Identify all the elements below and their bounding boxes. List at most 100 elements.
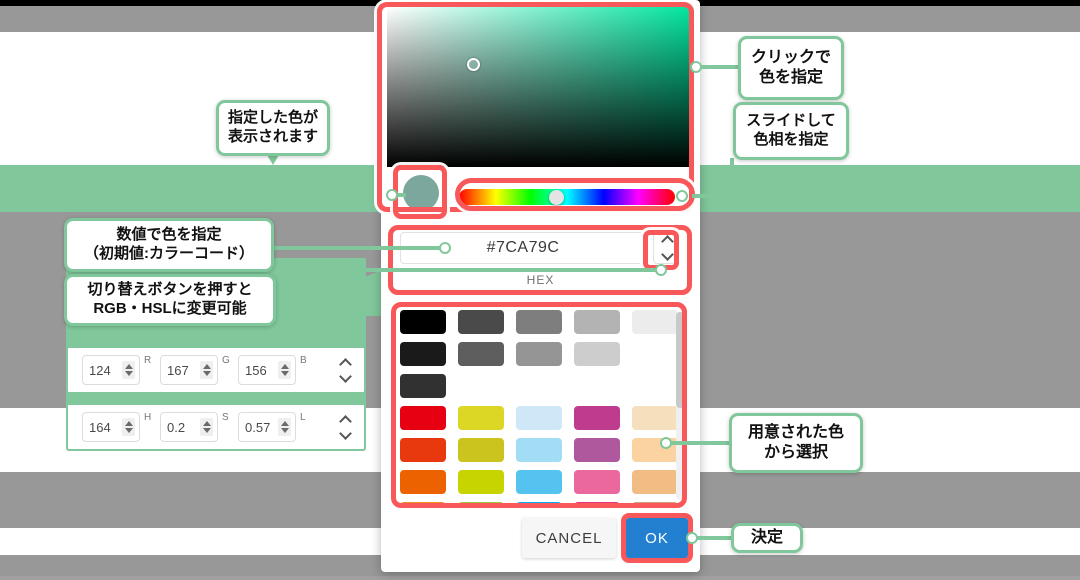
rgb-field-g[interactable]: 167	[160, 355, 218, 385]
palette-swatch[interactable]	[400, 342, 446, 366]
palette-swatch-empty	[632, 342, 678, 366]
callout-toggle-line2: RGB・HSLに変更可能	[93, 300, 247, 317]
palette-swatch[interactable]	[458, 438, 504, 462]
stepper-icon[interactable]	[200, 361, 213, 379]
palette-swatch[interactable]	[574, 406, 620, 430]
callout-click-to-pick: クリックで 色を指定	[738, 36, 844, 100]
preset-swatch-grid	[400, 310, 678, 504]
palette-swatch[interactable]	[574, 502, 620, 504]
preset-color-palette[interactable]	[400, 310, 681, 504]
palette-swatch[interactable]	[400, 310, 446, 334]
color-mode-toggle-icon[interactable]	[339, 414, 352, 440]
callout-ok-confirm: 決定	[731, 523, 803, 553]
callout-toggle-line1: 切り替えボタンを押すと	[87, 281, 253, 299]
stepper-icon[interactable]	[278, 361, 291, 379]
rgb-value-g: 167	[167, 362, 189, 378]
stepper-icon[interactable]	[278, 418, 291, 436]
hsl-label-s: S	[222, 412, 229, 423]
palette-swatch[interactable]	[458, 342, 504, 366]
hsl-input-row[interactable]: 164 H 0.2 S 0.57 L	[66, 403, 366, 451]
hsl-field-s[interactable]: 0.2	[160, 412, 218, 442]
palette-swatch[interactable]	[400, 502, 446, 504]
connector-dot-numeric	[439, 242, 451, 254]
palette-swatch[interactable]	[400, 374, 446, 398]
hex-format-label: HEX	[526, 273, 555, 287]
hsl-value-s: 0.2	[167, 419, 186, 435]
palette-swatch[interactable]	[516, 406, 562, 430]
hsl-label-h: H	[144, 412, 152, 423]
hsl-field-l[interactable]: 0.57	[238, 412, 296, 442]
palette-swatch[interactable]	[458, 310, 504, 334]
connector-ok	[694, 536, 732, 540]
palette-swatch-empty	[516, 374, 562, 398]
palette-swatch-empty	[574, 374, 620, 398]
rgb-field-r[interactable]: 124	[82, 355, 140, 385]
connector-dot-palette	[660, 437, 672, 449]
palette-swatch[interactable]	[632, 502, 678, 504]
palette-swatch[interactable]	[516, 470, 562, 494]
connector-dot-slide	[676, 190, 688, 202]
callout-mode-toggle: 切り替えボタンを押すと RGB・HSLに変更可能	[64, 274, 276, 326]
callout-slide-hue: スライドして 色相を指定	[733, 102, 849, 160]
palette-swatch-empty	[632, 374, 678, 398]
rgb-label-r: R	[144, 355, 152, 366]
rgb-input-row[interactable]: 124 R 167 G 156 B	[66, 346, 366, 394]
callout-click-line1: クリックで	[750, 49, 831, 66]
palette-swatch[interactable]	[632, 406, 678, 430]
hue-slider-track[interactable]	[459, 189, 675, 205]
callout-numeric-input: 数値で色を指定 （初期値:カラーコード）	[64, 218, 274, 272]
saturation-cursor-handle[interactable]	[467, 58, 480, 71]
callout-numeric-line2: （初期値:カラーコード）	[84, 245, 254, 262]
ok-button[interactable]: OK	[626, 518, 688, 558]
palette-scrollbar-thumb[interactable]	[676, 312, 684, 408]
cancel-button[interactable]: CANCEL	[522, 518, 616, 558]
palette-swatch[interactable]	[458, 470, 504, 494]
hsl-value-l: 0.57	[245, 419, 271, 435]
connector-dot-toggle	[655, 264, 667, 276]
palette-swatch[interactable]	[574, 470, 620, 494]
palette-swatch[interactable]	[516, 438, 562, 462]
palette-swatch[interactable]	[516, 502, 562, 504]
palette-swatch[interactable]	[632, 310, 678, 334]
color-mode-toggle-icon[interactable]	[339, 357, 352, 383]
stepper-icon[interactable]	[122, 418, 135, 436]
rgb-field-b[interactable]: 156	[238, 355, 296, 385]
connector-slide-riser	[730, 158, 734, 196]
hsl-field-h[interactable]: 164	[82, 412, 140, 442]
palette-swatch[interactable]	[400, 406, 446, 430]
connector-click	[700, 65, 740, 69]
palette-swatch-empty	[458, 374, 504, 398]
palette-swatch[interactable]	[574, 310, 620, 334]
palette-swatch[interactable]	[458, 502, 504, 504]
callout-preview-swatch: 指定した色が 表示されます	[216, 100, 330, 156]
palette-swatch[interactable]	[458, 406, 504, 430]
rgb-label-g: G	[222, 355, 230, 366]
palette-swatch[interactable]	[574, 438, 620, 462]
callout-preview-line1: 指定した色が	[227, 109, 318, 127]
rgb-label-b: B	[300, 355, 307, 366]
page-band-gray-5	[0, 576, 1080, 580]
palette-swatch[interactable]	[516, 310, 562, 334]
palette-swatch[interactable]	[400, 438, 446, 462]
rgb-value-b: 156	[245, 362, 267, 378]
callout-slide-line2: 色相を指定	[753, 131, 829, 148]
callout-numeric-line1: 数値で色を指定	[116, 226, 222, 244]
callout-click-line2: 色を指定	[758, 69, 823, 86]
palette-swatch[interactable]	[632, 470, 678, 494]
palette-swatch[interactable]	[400, 470, 446, 494]
callout-palette-line2: から選択	[763, 444, 828, 461]
saturation-value-area[interactable]	[387, 7, 694, 167]
palette-swatch[interactable]	[574, 342, 620, 366]
callout-palette-line1: 用意された色	[747, 424, 844, 441]
stepper-icon[interactable]	[200, 418, 213, 436]
hue-slider-knob[interactable]	[549, 190, 564, 205]
callout-slide-line1: スライドして	[746, 112, 836, 130]
callout-preset-palette: 用意された色 から選択	[729, 413, 863, 473]
connector-slide	[692, 194, 734, 198]
hsl-label-l: L	[300, 412, 306, 423]
palette-swatch[interactable]	[516, 342, 562, 366]
stepper-icon[interactable]	[122, 361, 135, 379]
connector-dot-preview	[386, 189, 398, 201]
hex-value: #7CA79C	[486, 239, 560, 256]
hex-mode-stepper[interactable]	[653, 232, 681, 264]
